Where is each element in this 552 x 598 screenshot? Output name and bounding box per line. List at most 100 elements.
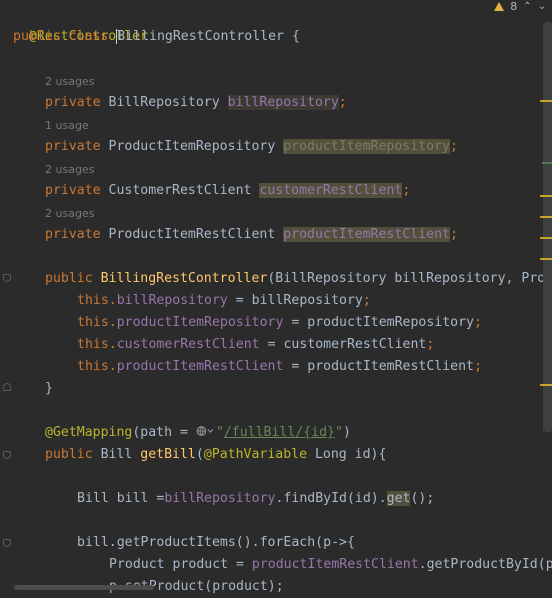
keyword: this. bbox=[77, 293, 117, 308]
keyword: private bbox=[45, 139, 101, 154]
code-line[interactable]: Product product = productItemRestClient.… bbox=[109, 554, 552, 576]
usage-hint[interactable]: 1 usage bbox=[45, 119, 89, 133]
code-line[interactable]: public Bill getBill(@PathVariable Long i… bbox=[45, 444, 386, 466]
code-line[interactable]: Bill bill =billRepository.findById(id).g… bbox=[77, 488, 434, 510]
web-endpoint-icon[interactable] bbox=[196, 425, 216, 440]
code-line[interactable]: public class BillingRestController { bbox=[13, 26, 300, 48]
field-name: customerRestClient bbox=[259, 183, 403, 198]
text-caret: B bbox=[116, 29, 126, 44]
type-name: Bill bbox=[92, 447, 141, 462]
field-name: billRepository bbox=[164, 491, 276, 506]
paren: ) bbox=[342, 425, 351, 440]
next-highlight-icon[interactable]: ⌄ bbox=[538, 1, 546, 12]
field-name: billRepository bbox=[116, 293, 228, 308]
fold-marker-icon[interactable] bbox=[3, 539, 11, 547]
type-name: ProductItemRestClient bbox=[108, 227, 276, 242]
warning-stripe-marker[interactable] bbox=[540, 258, 552, 260]
assignment: = billRepository bbox=[227, 293, 363, 308]
keyword: public bbox=[45, 447, 93, 462]
warning-count: 8 bbox=[510, 0, 518, 13]
type-name: BillRepository bbox=[108, 95, 220, 110]
endpoint-url-link[interactable]: /fullBill/{id} bbox=[224, 425, 335, 440]
inspection-widget[interactable]: 8 ⌃ ⌄ bbox=[494, 0, 546, 13]
statement: Product product = bbox=[109, 557, 252, 572]
code-line[interactable]: this.productItemRepository = productItem… bbox=[77, 312, 482, 334]
assignment: = customerRestClient bbox=[259, 337, 427, 352]
keyword: private bbox=[45, 95, 101, 110]
code-line[interactable]: this.productItemRestClient = productItem… bbox=[77, 356, 482, 378]
previous-highlight-icon[interactable]: ⌃ bbox=[523, 1, 531, 12]
keyword: private bbox=[45, 227, 101, 242]
code-line[interactable]: public BillingRestController(BillReposit… bbox=[45, 268, 552, 290]
field-name: productItemRestClient bbox=[116, 359, 284, 374]
string-quote: " bbox=[334, 425, 343, 440]
semicolon: ; bbox=[474, 359, 482, 374]
keyword: public bbox=[13, 29, 61, 44]
parameters: (BillRepository billRepository, Prod bbox=[267, 271, 552, 286]
field-name: productItemRepository bbox=[283, 139, 450, 154]
field-name: customerRestClient bbox=[116, 337, 260, 352]
constructor-name: BillingRestController bbox=[100, 271, 268, 286]
field-name: billRepository bbox=[227, 95, 339, 110]
usage-hint[interactable]: 2 usages bbox=[45, 207, 94, 221]
change-stripe-marker[interactable] bbox=[542, 162, 552, 164]
keyword: private bbox=[45, 183, 101, 198]
semicolon: ; bbox=[402, 183, 411, 198]
code-line[interactable]: private ProductItemRepository productIte… bbox=[45, 136, 458, 158]
method-call: get bbox=[386, 491, 411, 506]
statement-end: (); bbox=[410, 491, 435, 506]
keyword: this. bbox=[77, 315, 117, 330]
semicolon: ; bbox=[338, 95, 347, 110]
warning-stripe-marker[interactable] bbox=[540, 216, 552, 218]
warning-icon bbox=[494, 1, 505, 11]
warning-stripe-marker[interactable] bbox=[540, 237, 552, 239]
keyword: class bbox=[68, 29, 109, 44]
assignment: = productItemRestClient bbox=[283, 359, 474, 374]
brace: } bbox=[45, 381, 53, 396]
method-call: .getProductById(p. bbox=[418, 557, 552, 572]
semicolon: ; bbox=[426, 337, 435, 352]
usage-hint[interactable]: 2 usages bbox=[45, 163, 94, 177]
class-name: illingRestController bbox=[125, 29, 284, 44]
warning-stripe-marker[interactable] bbox=[540, 100, 552, 102]
annotation: @GetMapping bbox=[45, 425, 133, 440]
code-line[interactable]: private CustomerRestClient customerRestC… bbox=[45, 180, 410, 202]
code-line[interactable]: this.customerRestClient = customerRestCl… bbox=[77, 334, 434, 356]
fold-marker-icon[interactable] bbox=[3, 274, 11, 282]
paren: ( bbox=[195, 447, 204, 462]
field-name: productItemRepository bbox=[116, 315, 284, 330]
code-line[interactable]: this.billRepository = billRepository; bbox=[77, 290, 371, 312]
annotation-arg: (path = bbox=[132, 425, 196, 440]
code-line[interactable]: private ProductItemRestClient productIte… bbox=[45, 224, 458, 246]
horizontal-scrollbar[interactable] bbox=[14, 585, 154, 590]
parameters: Long id){ bbox=[307, 447, 387, 462]
warning-stripe-marker[interactable] bbox=[540, 195, 552, 197]
semicolon: ; bbox=[449, 227, 458, 242]
code-line[interactable]: @RestController bbox=[13, 4, 148, 44]
statement: bill.getProductItems().forEach(p->{ bbox=[77, 535, 355, 550]
method-name: getBill bbox=[140, 447, 196, 462]
method-call: .findById(id). bbox=[275, 491, 387, 506]
statement: Bill bill = bbox=[77, 491, 165, 506]
vertical-scrollbar[interactable] bbox=[543, 22, 552, 432]
keyword: this. bbox=[77, 359, 117, 374]
assignment: = productItemRepository bbox=[283, 315, 474, 330]
warning-stripe-marker[interactable] bbox=[540, 384, 552, 386]
brace: { bbox=[284, 29, 300, 44]
code-line[interactable]: bill.getProductItems().forEach(p->{ bbox=[77, 532, 355, 554]
fold-marker-icon[interactable] bbox=[3, 383, 11, 391]
code-line[interactable]: private BillRepository billRepository; bbox=[45, 92, 347, 114]
code-line[interactable]: @GetMapping(path = "/fullBill/{id}") bbox=[45, 422, 351, 444]
field-name: productItemRestClient bbox=[283, 227, 450, 242]
usage-hint[interactable]: 2 usages bbox=[45, 75, 94, 89]
annotation: @PathVariable bbox=[203, 447, 308, 462]
type-name: CustomerRestClient bbox=[108, 183, 252, 198]
semicolon: ; bbox=[449, 139, 458, 154]
field-name: productItemRestClient bbox=[251, 557, 419, 572]
fold-marker-icon[interactable] bbox=[3, 451, 11, 459]
code-line[interactable]: } bbox=[45, 378, 53, 400]
semicolon: ; bbox=[362, 293, 371, 308]
semicolon: ; bbox=[474, 315, 482, 330]
type-name: ProductItemRepository bbox=[108, 139, 276, 154]
keyword: public bbox=[45, 271, 93, 286]
